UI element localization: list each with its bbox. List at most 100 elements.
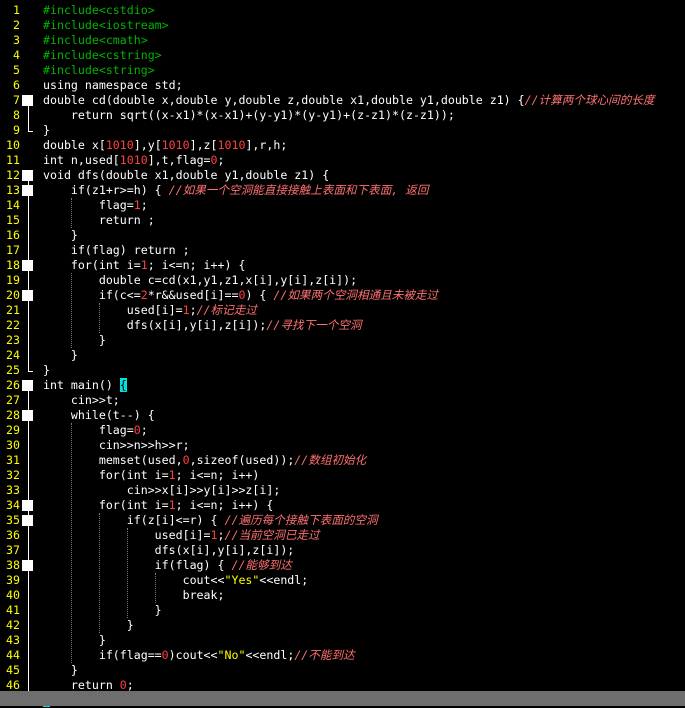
code-comment: //如果两个空洞相通且未被走过 — [273, 288, 439, 302]
code-line[interactable]: 25} — [0, 363, 685, 378]
code-line[interactable]: 20 if(c<=2*r&&used[i]==0) { //如果两个空洞相通且未… — [0, 288, 685, 303]
line-number: 15 — [6, 213, 20, 227]
code-token: 0 — [161, 648, 169, 662]
code-line[interactable]: 22 dfs(x[i],y[i],z[i]);//寻找下一个空洞 — [0, 318, 685, 333]
code-token: return sqrt((x-x1)*(x-x1)+(y-y1)*(y-y1)+… — [43, 108, 455, 122]
code-token: return ; — [43, 213, 155, 227]
code-line[interactable]: 14 flag=1; — [0, 198, 685, 213]
fold-bracket-end — [28, 371, 33, 372]
code-token: 1010 — [161, 138, 190, 152]
code-line[interactable]: 29 flag=0; — [0, 423, 685, 438]
code-line[interactable]: 13 if(z1+r>=h) { //如果一个空洞能直接接触上表面和下表面, 返… — [0, 183, 685, 198]
code-text: for(int i=1; i<=n; i++) { — [43, 258, 246, 273]
code-editor[interactable]: 1 #include<cstdio> 2 #include<iostream> 3 #in… — [0, 0, 685, 707]
code-line[interactable]: 16 } — [0, 228, 685, 243]
code-line[interactable]: 2 #include<iostream> — [0, 18, 685, 33]
fold-marker-icon[interactable] — [22, 95, 33, 106]
code-token: double x[ — [43, 138, 106, 152]
line-number: 40 — [6, 588, 20, 602]
code-token: #include<cstring> — [43, 48, 162, 62]
code-token: ; — [217, 528, 225, 542]
code-token: "Yes" — [224, 573, 260, 587]
code-line[interactable]: 44 if(flag==0)cout<<"No"<<endl;//不能到达 — [0, 648, 685, 663]
line-number: 5 — [13, 63, 20, 77]
code-text: used[i]=1;//标记走过 — [43, 303, 257, 318]
line-number: 21 — [6, 303, 20, 317]
code-line[interactable]: 27 cin>>t; — [0, 393, 685, 408]
code-text: for(int i=1; i<=n; i++) — [43, 468, 260, 483]
code-line[interactable]: 24 } — [0, 348, 685, 363]
line-number: 41 — [6, 603, 20, 617]
indent-guide — [71, 198, 72, 228]
code-line[interactable]: 37 dfs(x[i],y[i],z[i]); — [0, 543, 685, 558]
line-number: 25 — [6, 363, 20, 377]
code-line[interactable]: 3 #include<cmath> — [0, 33, 685, 48]
line-number: 28 — [6, 408, 20, 422]
code-token: for(int i= — [43, 468, 169, 482]
code-text: if(flag==0)cout<<"No"<<endl;//不能到达 — [43, 648, 355, 663]
code-text: void dfs(double x1,double y1,double z1) … — [43, 168, 329, 183]
code-line[interactable]: 8 return sqrt((x-x1)*(x-x1)+(y-y1)*(y-y1… — [0, 108, 685, 123]
code-text: double x[1010],y[1010],z[1010],r,h; — [43, 138, 287, 153]
code-line[interactable]: 23 } — [0, 333, 685, 348]
line-number: 37 — [6, 543, 20, 557]
fold-bracket — [28, 106, 29, 131]
code-line[interactable]: 18 for(int i=1; i<=n; i++) { — [0, 258, 685, 273]
code-line[interactable]: 36 used[i]=1;//当前空洞已走过 — [0, 528, 685, 543]
line-number: 14 — [6, 198, 20, 212]
code-token: ],t,flag= — [147, 153, 211, 167]
fold-marker-icon[interactable] — [22, 380, 33, 391]
code-line[interactable]: 45 } — [0, 663, 685, 678]
code-token: cin>>n>>h>>r; — [43, 438, 190, 452]
code-line[interactable]: 41 } — [0, 603, 685, 618]
code-line[interactable]: 15 return ; — [0, 213, 685, 228]
code-line[interactable]: 1 #include<cstdio> — [0, 3, 685, 18]
code-line[interactable]: 40 break; — [0, 588, 685, 603]
code-line[interactable]: 28 while(t--) { — [0, 408, 685, 423]
code-line[interactable]: 32 for(int i=1; i<=n; i++) — [0, 468, 685, 483]
code-line[interactable]: 17 if(flag) return ; — [0, 243, 685, 258]
code-token: } — [43, 633, 106, 647]
code-comment: //当前空洞已走过 — [224, 528, 320, 542]
code-comment: //不能到达 — [294, 648, 355, 662]
code-text: } — [43, 348, 78, 363]
code-line[interactable]: 5 #include<string> — [0, 63, 685, 78]
code-token: "No" — [217, 648, 246, 662]
line-number: 4 — [13, 48, 20, 62]
code-text: } — [43, 228, 78, 243]
code-text: cin>>x[i]>>y[i]>>z[i]; — [43, 483, 281, 498]
code-line[interactable]: 35 if(z[i]<=r) { //遍历每个接触下表面的空洞 — [0, 513, 685, 528]
code-line[interactable]: 39 cout<<"Yes"<<endl; — [0, 573, 685, 588]
code-token: void dfs(double x1,double y1,double z1) … — [43, 168, 330, 182]
code-line[interactable]: 10 double x[1010],y[1010],z[1010],r,h; — [0, 138, 685, 153]
code-token: for(int i= — [43, 498, 169, 512]
code-line[interactable]: 31 memset(used,0,sizeof(used));//数组初始化 — [0, 453, 685, 468]
code-token: 1010 — [105, 138, 134, 152]
code-line[interactable]: 4 #include<cstring> — [0, 48, 685, 63]
code-text: cout<<"Yes"<<endl; — [43, 573, 309, 588]
code-line[interactable]: 42 } — [0, 618, 685, 633]
code-line[interactable]: 12 void dfs(double x1,double y1,double z1… — [0, 168, 685, 183]
code-token: <<endl; — [245, 648, 295, 662]
code-line[interactable]: 11 int n,used[1010],t,flag=0; — [0, 153, 685, 168]
code-line[interactable]: 33 cin>>x[i]>>y[i]>>z[i]; — [0, 483, 685, 498]
code-line[interactable]: 6 using namespace std; — [0, 78, 685, 93]
code-line[interactable]: 21 used[i]=1;//标记走过 — [0, 303, 685, 318]
line-number: 23 — [6, 333, 20, 347]
code-line[interactable]: 30 cin>>n>>h>>r; — [0, 438, 685, 453]
code-text: flag=1; — [43, 198, 148, 213]
code-text: } — [43, 363, 50, 378]
code-line[interactable]: 34 for(int i=1; i<=n; i++) { — [0, 498, 685, 513]
code-text: #include<cmath> — [43, 33, 148, 48]
fold-marker-icon[interactable] — [22, 170, 33, 181]
indent-guide — [99, 513, 100, 633]
code-line[interactable]: 7 double cd(double x,double y,double z,do… — [0, 93, 685, 108]
code-line[interactable]: 26 int main() { — [0, 378, 685, 393]
code-token: 1010 — [217, 138, 246, 152]
code-line[interactable]: 9} — [0, 123, 685, 138]
code-token: int n,used[ — [43, 153, 120, 167]
code-line[interactable]: 19 double c=cd(x1,y1,z1,x[i],y[i],z[i]); — [0, 273, 685, 288]
code-line[interactable]: 43 } — [0, 633, 685, 648]
line-number: 38 — [6, 558, 20, 572]
code-line[interactable]: 38 if(flag) { //能够到达 — [0, 558, 685, 573]
